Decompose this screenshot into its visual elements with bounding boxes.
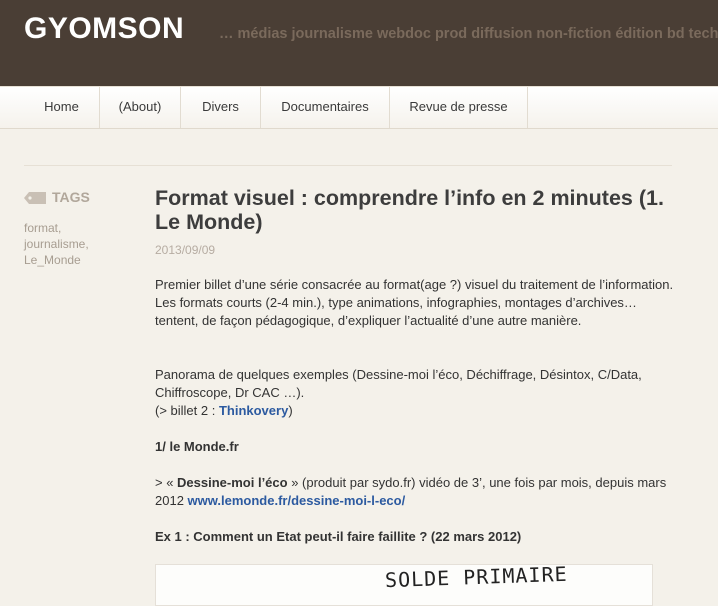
- tags-heading-label: TAGS: [52, 189, 90, 205]
- billet-suffix: ): [288, 403, 293, 418]
- nav-item-divers[interactable]: Divers: [181, 87, 261, 128]
- nav-item-home[interactable]: Home: [24, 87, 100, 128]
- example-heading: Ex 1 : Comment un Etat peut-il faire fai…: [155, 529, 522, 544]
- dessine-title: Dessine-moi l’éco: [177, 475, 288, 490]
- tag-icon: [24, 191, 46, 204]
- section-heading: 1/ le Monde.fr: [155, 439, 239, 454]
- image-handwritten-text: SOLDE PRIMAIRE: [384, 564, 568, 593]
- post-image: SOLDE PRIMAIRE: [155, 564, 653, 606]
- post-paragraph-dessine: > « Dessine-moi l’éco » (produit par syd…: [155, 474, 675, 510]
- nav-item-revue-de-presse[interactable]: Revue de presse: [390, 87, 528, 128]
- site-header: GYOMSON … médias journalisme webdoc prod…: [0, 0, 718, 86]
- tag-le-monde[interactable]: Le_Monde: [24, 253, 81, 267]
- content-divider: [24, 165, 672, 166]
- thinkovery-link[interactable]: Thinkovery: [219, 403, 288, 418]
- main-nav: Home (About) Divers Documentaires Revue …: [0, 86, 718, 129]
- billet-prefix: (> billet 2 :: [155, 403, 219, 418]
- nav-item-about[interactable]: (About): [100, 87, 181, 128]
- lemonde-link[interactable]: www.lemonde.fr/dessine-moi-l-eco/: [188, 493, 406, 508]
- nav-item-documentaires[interactable]: Documentaires: [261, 87, 390, 128]
- site-title[interactable]: GYOMSON: [24, 12, 184, 46]
- dessine-prefix: > «: [155, 475, 178, 490]
- tags-heading: TAGS: [24, 189, 90, 205]
- tag-journalisme[interactable]: journalisme,: [24, 237, 89, 251]
- tag-format[interactable]: format,: [24, 221, 61, 235]
- post-paragraph-panorama: Panorama de quelques exemples (Dessine-m…: [155, 366, 675, 420]
- site-tagline: … médias journalisme webdoc prod diffusi…: [219, 26, 718, 42]
- post-paragraph-intro: Premier billet d’une série consacrée au …: [155, 277, 674, 328]
- post-title[interactable]: Format visuel : comprendre l’info en 2 m…: [155, 186, 685, 234]
- panorama-text: Panorama de quelques exemples (Dessine-m…: [155, 367, 642, 400]
- post-date: 2013/09/09: [155, 243, 216, 257]
